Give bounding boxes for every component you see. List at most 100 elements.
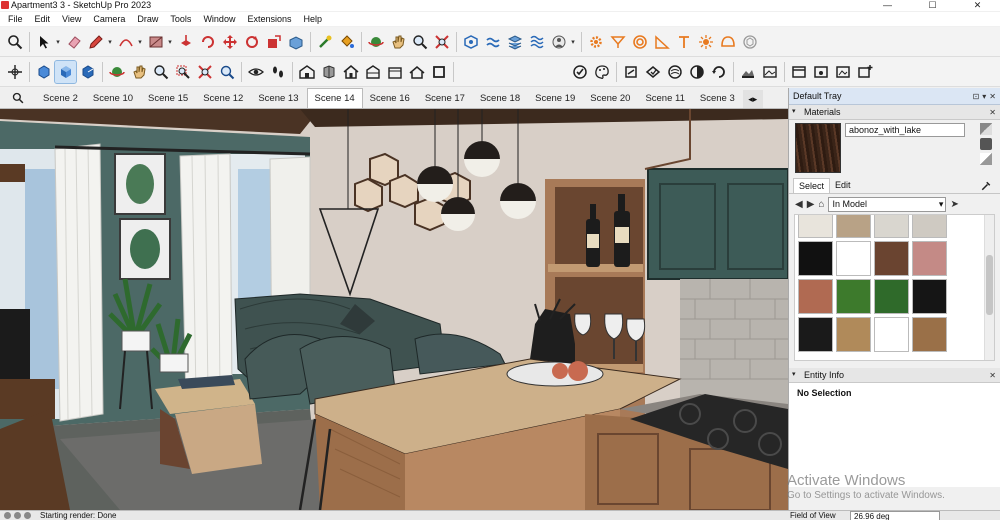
- scene-tab[interactable]: Scene 11: [638, 90, 692, 108]
- component-icon[interactable]: [318, 61, 339, 83]
- offset-icon[interactable]: [285, 31, 306, 53]
- tray-menu-icon[interactable]: ▾: [982, 92, 986, 101]
- details-arrow-icon[interactable]: ➤: [950, 199, 958, 210]
- material-thumbnail[interactable]: [874, 241, 909, 276]
- material-thumbnail[interactable]: [836, 215, 871, 238]
- zoom-extents-view-icon[interactable]: [194, 61, 215, 83]
- material-thumbnail[interactable]: [836, 317, 871, 352]
- stamp-icon[interactable]: [504, 31, 525, 53]
- material-thumbnail[interactable]: [874, 317, 909, 352]
- menu-extensions[interactable]: Extensions: [241, 12, 297, 26]
- arc-dropdown-icon[interactable]: ▾: [137, 31, 143, 53]
- home-icon[interactable]: [340, 61, 361, 83]
- rectangle-dropdown-icon[interactable]: ▾: [167, 31, 173, 53]
- photo-icon[interactable]: [759, 61, 780, 83]
- thumbnail-scrollbar[interactable]: [984, 215, 994, 360]
- tape-measure-icon[interactable]: [314, 31, 335, 53]
- scene-tab-active[interactable]: Scene 14: [306, 88, 363, 108]
- close-button[interactable]: ✕: [955, 0, 1000, 11]
- collapse-caret-icon[interactable]: ▾: [792, 108, 800, 116]
- select-arrow-icon[interactable]: [33, 31, 54, 53]
- walk-footprints-icon[interactable]: [267, 61, 288, 83]
- material-thumbnail[interactable]: [912, 279, 947, 314]
- display-secondary-icon[interactable]: [980, 123, 992, 135]
- material-thumbnail[interactable]: [798, 279, 833, 314]
- zoom-extents-icon[interactable]: [431, 31, 452, 53]
- library-dropdown[interactable]: In Model: [828, 196, 947, 212]
- material-thumbnail[interactable]: [912, 317, 947, 352]
- scene-tab[interactable]: Scene 12: [196, 90, 251, 108]
- pencil-icon[interactable]: [85, 31, 106, 53]
- shadows-icon[interactable]: [686, 61, 707, 83]
- scene-tab[interactable]: Scene 3: [693, 90, 743, 108]
- measurements-input[interactable]: 26.96 deg: [850, 511, 940, 520]
- geolocation-icon[interactable]: [4, 512, 11, 519]
- pan-hand-icon[interactable]: [387, 31, 408, 53]
- pencil-dropdown-icon[interactable]: ▾: [107, 31, 113, 53]
- scene-tab[interactable]: Scene 20: [583, 90, 638, 108]
- zoom-view-icon[interactable]: [150, 61, 171, 83]
- search-icon[interactable]: [4, 31, 25, 53]
- entity-info-header[interactable]: ▾ Entity Info ✕: [789, 368, 1000, 383]
- paint-bucket-icon[interactable]: [336, 31, 357, 53]
- user-icon[interactable]: [24, 512, 31, 519]
- menu-edit[interactable]: Edit: [29, 12, 57, 26]
- minimize-button[interactable]: —: [865, 0, 910, 11]
- outliner-icon[interactable]: [810, 61, 831, 83]
- view-iso-icon[interactable]: [54, 59, 77, 84]
- scene-tab[interactable]: Scene 13: [251, 90, 306, 108]
- material-name-field[interactable]: abonoz_with_lake: [845, 123, 965, 137]
- arc-icon[interactable]: [115, 31, 136, 53]
- back-arrow-icon[interactable]: ◀: [795, 199, 803, 210]
- window-frame-icon[interactable]: [384, 61, 405, 83]
- materials-close-icon[interactable]: ✕: [989, 108, 996, 117]
- orbit-view-icon[interactable]: [106, 61, 127, 83]
- collapse-caret-icon[interactable]: ▾: [792, 371, 800, 379]
- material-thumbnail[interactable]: [874, 279, 909, 314]
- material-thumbnail[interactable]: [874, 215, 909, 238]
- tray-pin-icon[interactable]: ⊡: [973, 92, 980, 101]
- section-fill-icon[interactable]: [642, 61, 663, 83]
- forward-arrow-icon[interactable]: ▶: [807, 199, 815, 210]
- circle-target-icon[interactable]: [629, 31, 650, 53]
- materials-panel-header[interactable]: ▾ Materials ✕: [789, 105, 1000, 120]
- layers-icon[interactable]: [788, 61, 809, 83]
- tab-select[interactable]: Select: [793, 178, 831, 193]
- current-material-swatch[interactable]: [795, 123, 841, 173]
- push-pull-icon[interactable]: [175, 31, 196, 53]
- scene-tab[interactable]: Scene 2: [36, 90, 86, 108]
- scene-tab[interactable]: Scene 15: [141, 90, 196, 108]
- terrain-icon[interactable]: [737, 61, 758, 83]
- add-location-icon[interactable]: [548, 31, 569, 53]
- material-thumbnail[interactable]: [912, 215, 947, 238]
- component-box-icon[interactable]: [739, 31, 760, 53]
- pan-view-icon[interactable]: [128, 61, 149, 83]
- tab-edit[interactable]: Edit: [830, 178, 856, 193]
- scrollbar-thumb[interactable]: [986, 255, 993, 315]
- entity-info-close-icon[interactable]: ✕: [989, 371, 996, 380]
- material-thumbnail[interactable]: [836, 279, 871, 314]
- default-material-icon[interactable]: [980, 153, 992, 165]
- menu-tools[interactable]: Tools: [164, 12, 197, 26]
- building-icon[interactable]: [362, 61, 383, 83]
- smoove-icon[interactable]: [482, 31, 503, 53]
- section-plane-icon[interactable]: [620, 61, 641, 83]
- scene-scroll-button[interactable]: ◂▸: [742, 90, 763, 108]
- protractor-icon[interactable]: [651, 31, 672, 53]
- tray-close-icon[interactable]: ✕: [989, 92, 996, 101]
- gear-settings-icon[interactable]: [585, 31, 606, 53]
- scenes-icon[interactable]: [832, 61, 853, 83]
- location-dropdown-icon[interactable]: ▾: [570, 31, 576, 53]
- menu-camera[interactable]: Camera: [87, 12, 131, 26]
- drape-icon[interactable]: [526, 31, 547, 53]
- palette-icon[interactable]: [591, 61, 612, 83]
- refresh-icon[interactable]: [708, 61, 729, 83]
- sun-icon[interactable]: [695, 31, 716, 53]
- scene-tab[interactable]: Scene 17: [418, 90, 473, 108]
- material-thumbnail[interactable]: [798, 215, 833, 238]
- in-model-home-icon[interactable]: ⌂: [818, 199, 824, 210]
- material-thumbnail[interactable]: [836, 241, 871, 276]
- text-label-icon[interactable]: [607, 31, 628, 53]
- previous-view-icon[interactable]: [216, 61, 237, 83]
- scene-tab[interactable]: Scene 19: [528, 90, 583, 108]
